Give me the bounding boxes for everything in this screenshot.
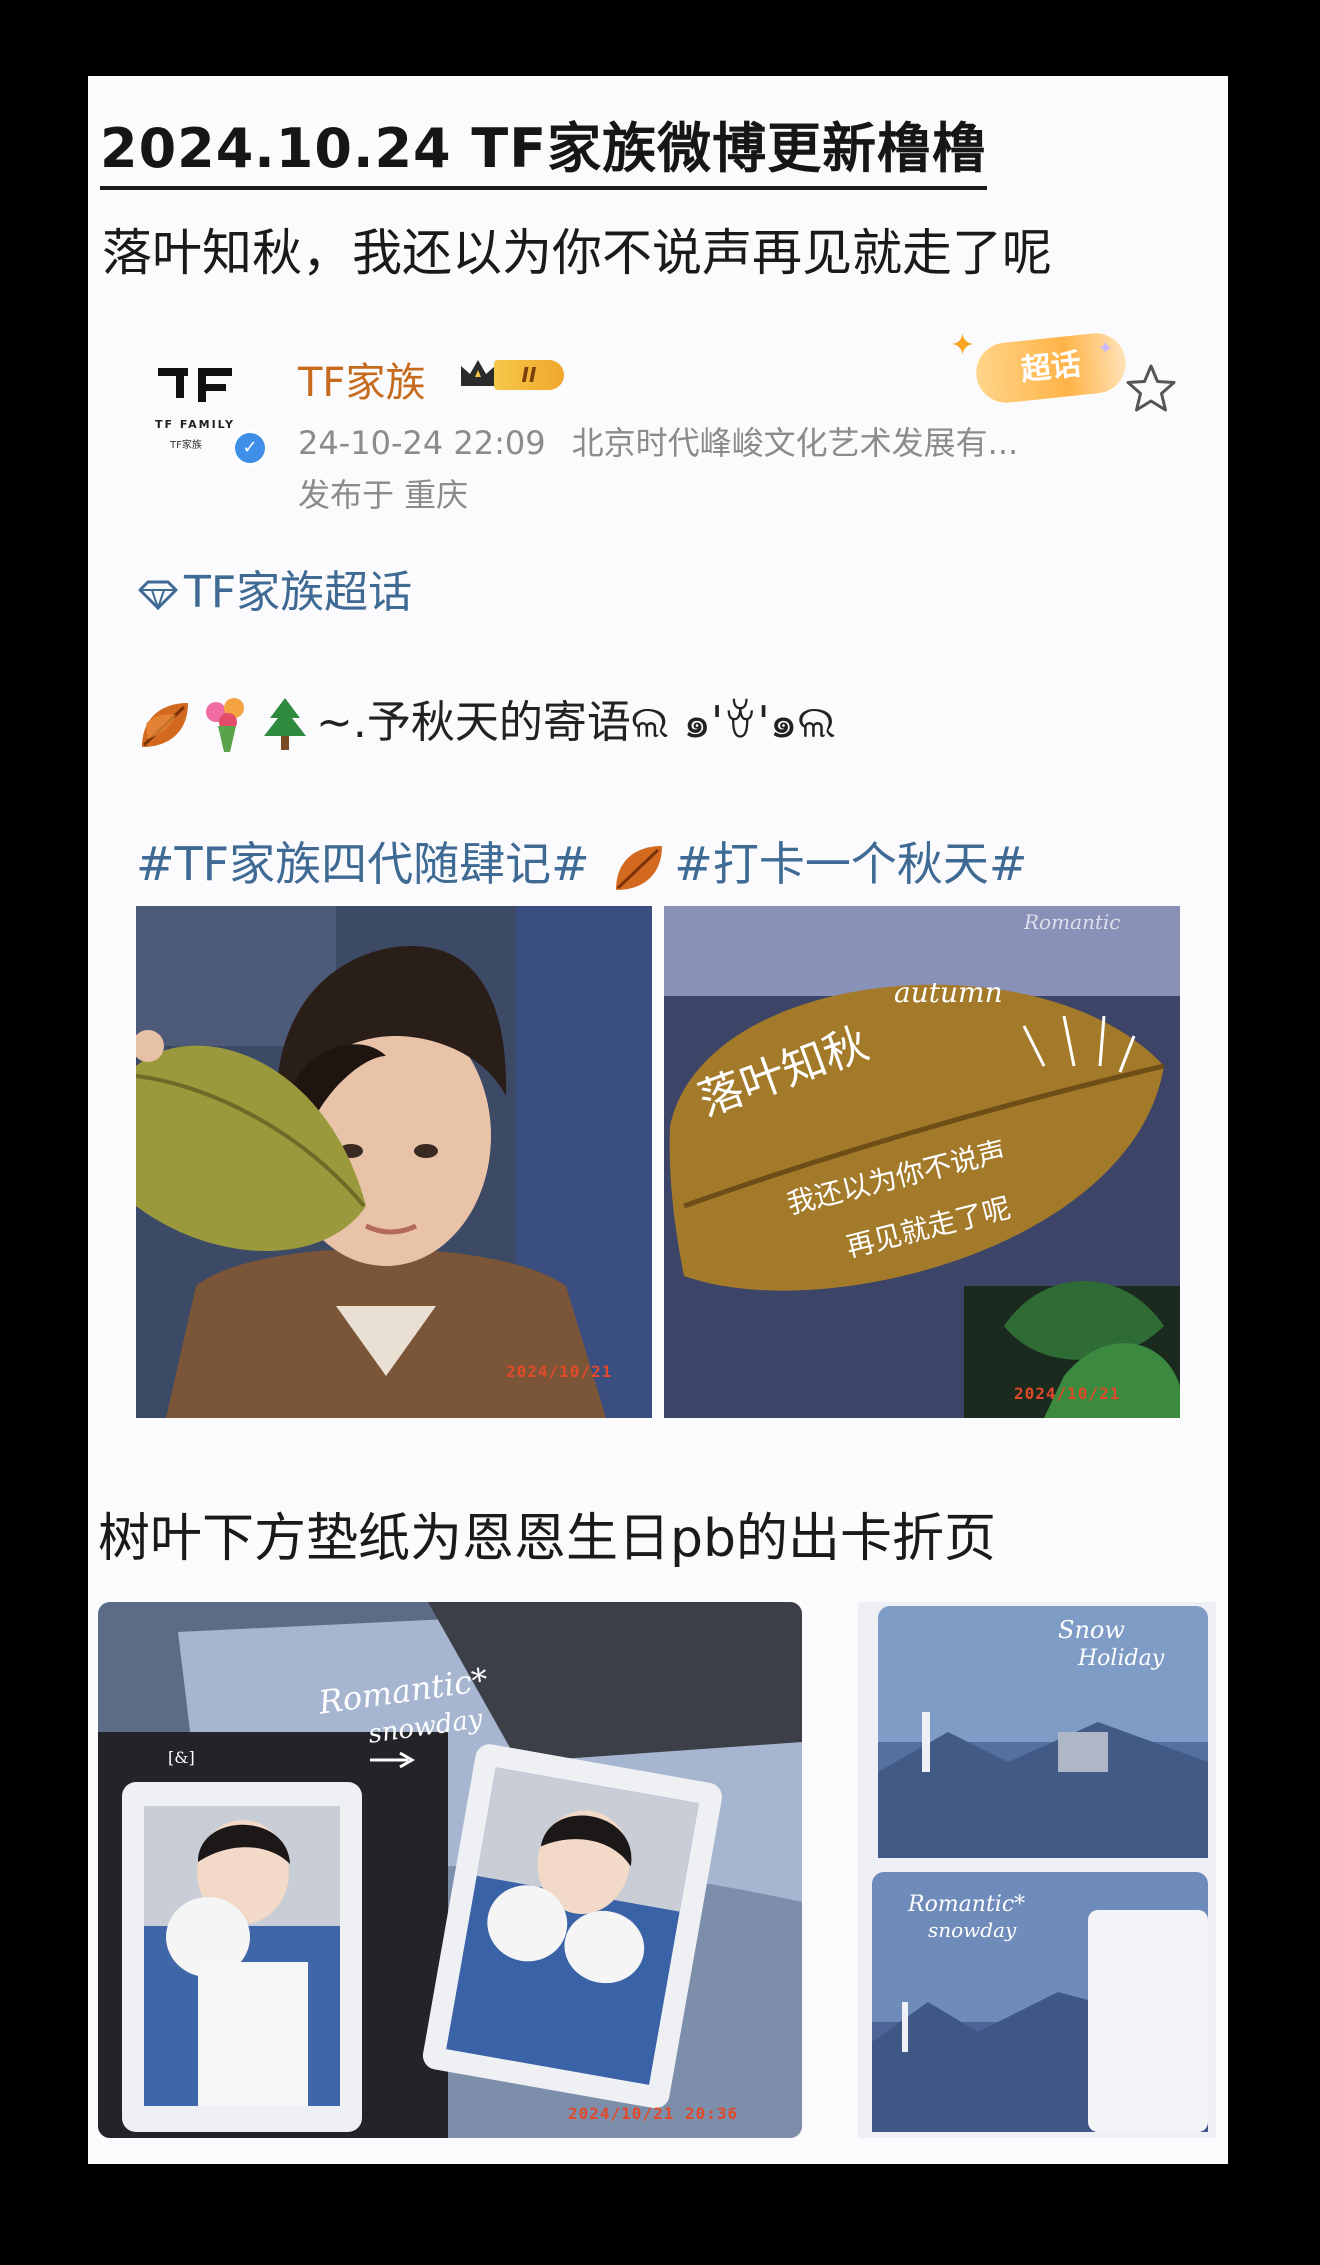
- page-heading: 2024.10.24 TF家族微博更新橹橹: [100, 114, 988, 190]
- pb-photo-1-date-stamp: 2024/10/21 20:36: [568, 2104, 739, 2123]
- account-name[interactable]: TF家族: [298, 350, 425, 408]
- sparkle-icon: ✦: [950, 328, 976, 363]
- title-underline: [100, 186, 988, 190]
- page-title: 2024.10.24 TF家族微博更新橹橹: [100, 117, 988, 180]
- pb-photo-2-text-2: Holiday: [1078, 1646, 1165, 1671]
- post-hashtags: #TF家族四代随肆记# #打卡一个秋天#: [136, 828, 1027, 896]
- pb-photo-2-image: [858, 1602, 1216, 2138]
- photo-2-logo-text: autumn: [894, 976, 1003, 1009]
- sparkle-small-icon: ✦: [1098, 338, 1114, 359]
- arrow-right-icon: [370, 1751, 415, 1769]
- crown-icon: [461, 360, 495, 386]
- tf-logo-icon: [158, 368, 232, 402]
- level-badge: II: [494, 360, 564, 390]
- photo-1-image: [136, 906, 652, 1418]
- fallen-leaf-icon: [616, 845, 663, 890]
- verified-icon: ✓: [232, 430, 268, 466]
- page-subtitle: 落叶知秋，我还以为你不说声再见就走了呢: [102, 224, 1052, 282]
- fallen-leaf-icon: [142, 703, 188, 747]
- post-timestamp: 24-10-24 22:09: [298, 424, 546, 462]
- diamond-icon: [138, 580, 178, 610]
- pb-photo-1[interactable]: Romantic* snowday [&] 2024/10/21 20:36: [98, 1602, 802, 2138]
- photo-2-date-stamp: 2024/10/21: [1014, 1384, 1121, 1403]
- pb-photo-2-text-1: Snow: [1058, 1616, 1125, 1644]
- post-source[interactable]: 北京时代峰峻文化艺术发展有...: [572, 424, 1019, 462]
- pb-photo-1-tag: [&]: [168, 1748, 195, 1767]
- bouquet-icon: [206, 698, 244, 752]
- pb-photo-2-text-3: Romantic*: [908, 1892, 1026, 1917]
- post-photo-2[interactable]: Romantic autumn 落叶知秋 我还以为你不说声 再见就走了呢 202…: [664, 906, 1180, 1418]
- hashtag-link-2[interactable]: #打卡一个秋天#: [674, 837, 1027, 891]
- post-meta: 24-10-24 22:09 北京时代峰峻文化艺术发展有...: [298, 418, 1018, 464]
- post-body: ~.予秋天的寄语ଲ ๑'ꈊ'๑ଲ: [136, 686, 836, 757]
- evergreen-tree-icon: [264, 698, 306, 750]
- post-location: 发布于 重庆: [298, 476, 469, 514]
- hashtag-link-1[interactable]: #TF家族四代随肆记#: [136, 837, 590, 891]
- supertopic-link-label: TF家族超话: [184, 567, 413, 618]
- post-photo-1[interactable]: 2024/10/21: [136, 906, 652, 1418]
- account-avatar[interactable]: TF FAMILY TF家族 ✓: [140, 366, 272, 466]
- supertopic-link[interactable]: TF家族超话: [136, 556, 412, 620]
- favorite-star-icon[interactable]: [1124, 362, 1178, 416]
- post-body-text: ~.予秋天的寄语ଲ ๑'ꈊ'๑ଲ: [316, 697, 836, 748]
- pb-photo-2[interactable]: Snow Holiday Romantic* snowday: [858, 1602, 1216, 2138]
- screenshot-card: 2024.10.24 TF家族微博更新橹橹 落叶知秋，我还以为你不说声再见就走了…: [88, 76, 1228, 2164]
- logo-subtext: TF家族: [170, 440, 202, 451]
- photo-2-corner-text: Romantic: [1024, 910, 1121, 934]
- logo-text: TF FAMILY: [155, 418, 235, 431]
- second-caption: 树叶下方垫纸为恩恩生日pb的出卡折页: [98, 1509, 997, 1569]
- pb-photo-2-text-4: snowday: [928, 1918, 1017, 1942]
- photo-1-date-stamp: 2024/10/21: [506, 1362, 613, 1381]
